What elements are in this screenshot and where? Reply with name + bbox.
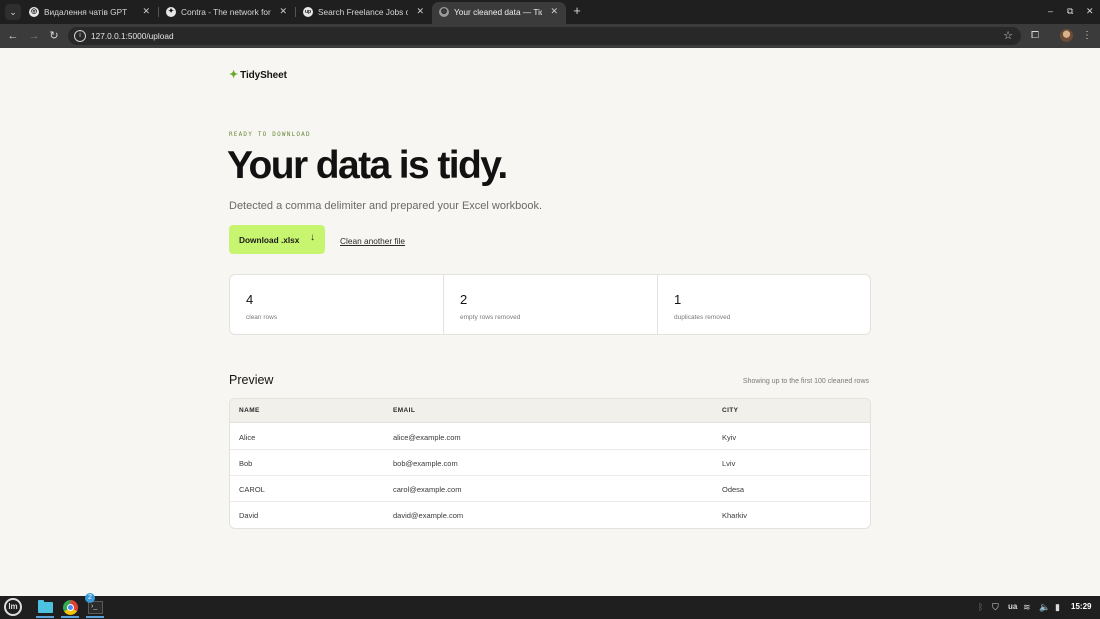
upwork-icon: up — [303, 7, 313, 17]
column-header-name: NAME — [239, 407, 260, 414]
preview-note: Showing up to the first 100 cleaned rows — [742, 378, 869, 385]
chrome-app-button[interactable] — [59, 597, 81, 618]
stat-empty-rows: 2 empty rows removed — [444, 275, 657, 334]
running-indicator — [36, 616, 54, 618]
tab-title: Search Freelance Jobs on Up — [318, 7, 408, 17]
cell-name: Bob — [239, 459, 253, 468]
page-title: Your data is tidy. — [227, 144, 508, 187]
browser-tab-bar: ⌄ ◎ Видалення чатів GPT ✕ ✦ Contra - The… — [0, 0, 1100, 24]
clock[interactable]: 15:29 — [1071, 602, 1091, 611]
folder-icon — [38, 600, 53, 613]
cell-email: alice@example.com — [393, 433, 461, 442]
spark-icon: ✦ — [229, 69, 239, 81]
cell-email: carol@example.com — [393, 485, 462, 494]
close-tab-icon[interactable]: ✕ — [279, 6, 287, 17]
profile-avatar[interactable] — [1060, 29, 1073, 42]
cell-name: Alice — [239, 433, 256, 442]
wifi-icon[interactable]: ≋ — [1023, 601, 1031, 613]
tab-search-chevron-icon[interactable]: ⌄ — [5, 4, 21, 20]
download-xlsx-button[interactable]: Download .xlsx ↓ — [229, 225, 325, 254]
os-taskbar: lm ›_ 2 ᛒ ⛉ ua ≋ 🔈 ▮ 15:29 — [0, 593, 1100, 619]
preview-heading: Preview — [229, 373, 274, 387]
cell-city: Odesa — [722, 485, 745, 494]
tab-contra[interactable]: ✦ Contra - The network for cre ✕ — [159, 2, 295, 24]
cell-email: david@example.com — [393, 511, 464, 520]
restore-icon[interactable]: ⧉ — [1067, 5, 1073, 17]
column-header-city: CITY — [722, 407, 739, 414]
brand-name: TidySheet — [240, 70, 287, 81]
tab-title: Your cleaned data — TidySh — [454, 7, 542, 17]
keyboard-layout-indicator[interactable]: ua — [1008, 601, 1017, 613]
table-row: David david@example.com Kharkiv — [230, 502, 870, 528]
globe-icon: ◍ — [439, 7, 449, 17]
stat-value: 4 — [246, 292, 254, 307]
stats-card: 4 clean rows 2 empty rows removed 1 dupl… — [229, 274, 871, 335]
tab-title: Видалення чатів GPT — [44, 7, 128, 17]
new-tab-button[interactable]: + — [570, 4, 584, 18]
table-row: Alice alice@example.com Kyiv — [230, 424, 870, 450]
battery-icon[interactable]: ▮ — [1055, 601, 1060, 613]
running-indicator — [61, 616, 79, 618]
bluetooth-icon[interactable]: ᛒ — [978, 601, 983, 613]
preview-table: NAME EMAIL CITY Alice alice@example.com … — [229, 398, 871, 529]
tab-gpt[interactable]: ◎ Видалення чатів GPT ✕ — [22, 2, 158, 24]
close-tab-icon[interactable]: ✕ — [550, 6, 558, 17]
url-text[interactable]: 127.0.0.1:5000/upload — [91, 31, 174, 41]
clean-another-file-link[interactable]: Clean another file — [340, 236, 405, 246]
stat-duplicates: 1 duplicates removed — [658, 275, 870, 334]
mint-menu-icon[interactable]: lm — [4, 598, 22, 616]
cell-email: bob@example.com — [393, 459, 458, 468]
arrow-down-icon: ↓ — [310, 232, 315, 243]
more-menu-icon[interactable]: ⋮ — [1079, 28, 1095, 44]
forward-icon[interactable]: → — [26, 28, 42, 44]
minimize-icon[interactable]: – — [1048, 5, 1053, 17]
tab-tidysheet[interactable]: ◍ Your cleaned data — TidySh ✕ — [432, 2, 566, 24]
cell-name: David — [239, 511, 259, 520]
status-eyebrow: READY TO DOWNLOAD — [229, 131, 311, 138]
brand-logo[interactable]: ✦ TidySheet — [229, 68, 287, 81]
contra-icon: ✦ — [166, 7, 176, 17]
cell-city: Kharkiv — [722, 511, 748, 520]
files-app-button[interactable] — [34, 597, 56, 618]
stat-value: 2 — [460, 292, 468, 307]
site-info-icon[interactable]: i — [74, 30, 86, 42]
cell-city: Lviv — [722, 459, 736, 468]
tab-title: Contra - The network for cre — [181, 7, 271, 17]
close-window-icon[interactable]: ✕ — [1086, 5, 1094, 17]
browser-toolbar: ← → ↻ i 127.0.0.1:5000/upload ☆ ⧠ ⋮ — [0, 24, 1100, 48]
close-tab-icon[interactable]: ✕ — [416, 6, 424, 17]
table-row: CAROL carol@example.com Odesa — [230, 476, 870, 502]
close-tab-icon[interactable]: ✕ — [142, 6, 150, 17]
page-subtitle: Detected a comma delimiter and prepared … — [229, 200, 543, 212]
stat-clean-rows: 4 clean rows — [230, 275, 443, 334]
address-bar[interactable]: i 127.0.0.1:5000/upload ☆ — [68, 27, 1021, 45]
stat-label: duplicates removed — [674, 314, 731, 321]
table-row: Bob bob@example.com Lviv — [230, 450, 870, 476]
stat-value: 1 — [674, 292, 682, 307]
tab-upwork[interactable]: up Search Freelance Jobs on Up ✕ — [296, 2, 432, 24]
download-label: Download .xlsx — [239, 234, 300, 245]
chrome-icon — [63, 600, 78, 615]
volume-icon[interactable]: 🔈 — [1039, 601, 1050, 613]
openai-icon: ◎ — [29, 7, 39, 17]
shield-icon[interactable]: ⛉ — [992, 601, 999, 613]
back-icon[interactable]: ← — [5, 28, 21, 44]
running-indicator — [86, 616, 104, 618]
reload-icon[interactable]: ↻ — [46, 28, 62, 44]
stat-label: empty rows removed — [460, 314, 521, 321]
table-header: NAME EMAIL CITY — [230, 399, 870, 423]
bookmark-star-icon[interactable]: ☆ — [1003, 29, 1013, 42]
page-content: ✦ TidySheet READY TO DOWNLOAD Your data i… — [0, 48, 1100, 596]
extensions-icon[interactable]: ⧠ — [1027, 28, 1043, 44]
cell-city: Kyiv — [722, 433, 737, 442]
stat-label: clean rows — [246, 314, 278, 321]
column-header-email: EMAIL — [393, 407, 416, 414]
cell-name: CAROL — [239, 485, 265, 494]
notification-badge: 2 — [85, 593, 95, 603]
